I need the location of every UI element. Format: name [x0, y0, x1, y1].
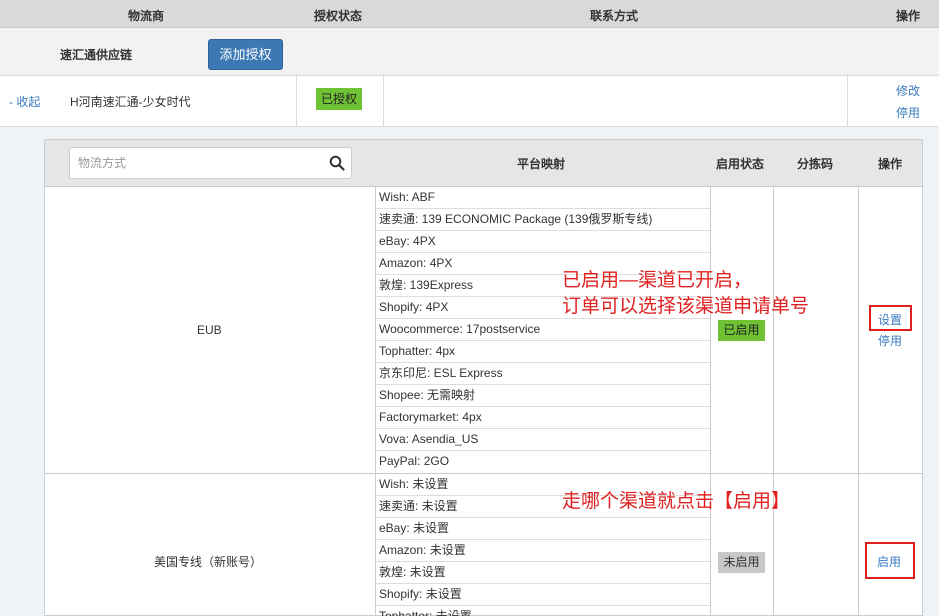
mapping-item: 速卖通: 139 ECONOMIC Package (139俄罗斯专线) [376, 209, 710, 231]
col-header-sort-code: 分拣码 [797, 157, 834, 171]
divider [296, 76, 297, 127]
mapping-item: 京东印尼: ESL Express [376, 363, 710, 385]
mapping-item: Amazon: 未设置 [376, 540, 710, 562]
col-header-auth-status: 授权状态 [314, 9, 363, 23]
account-row: - 收起 H河南速汇通-少女时代 已授权 修改 停用 [0, 76, 939, 127]
enable-status-badge: 未启用 [718, 552, 765, 573]
account-name: H河南速汇通-少女时代 [70, 95, 191, 109]
channel-name: 美国专线（新账号） [154, 555, 263, 569]
col-header-platform-mapping: 平台映射 [517, 157, 566, 171]
annotation-text: 订单可以选择该渠道申请单号 [562, 296, 810, 317]
disable-channel-link[interactable]: 停用 [878, 332, 902, 349]
enable-status-badge: 已启用 [718, 320, 765, 341]
table-header: 物流商 授权状态 联系方式 操作 [0, 0, 939, 28]
mapping-item: PayPal: 2GO [379, 454, 450, 468]
supplier-bar: 速汇通供应链 添加授权 [0, 28, 939, 76]
auth-status-badge: 已授权 [316, 88, 362, 110]
col-header-enable-status: 启用状态 [716, 157, 765, 171]
divider [710, 187, 711, 616]
mapping-item: eBay: 4PX [376, 231, 710, 253]
channel-table: 平台映射 启用状态 分拣码 操作 EUB Wish: ABF 速卖通: 139 … [44, 139, 923, 616]
col-header-carrier: 物流商 [128, 9, 165, 23]
mapping-item: Wish: ABF [376, 187, 710, 209]
divider [773, 187, 774, 616]
disable-account-link[interactable]: 停用 [896, 104, 920, 121]
mapping-item: eBay: 未设置 [376, 518, 710, 540]
mapping-item: 敦煌: 未设置 [376, 562, 710, 584]
divider [847, 76, 848, 127]
enable-channel-link[interactable]: 启用 [877, 553, 901, 570]
mapping-item: Shopee: 无需映射 [376, 385, 710, 407]
mapping-item: Factorymarket: 4px [376, 407, 710, 429]
search-box [69, 147, 352, 179]
supplier-name: 速汇通供应链 [60, 48, 133, 62]
col-header-channel-action: 操作 [878, 157, 903, 171]
mapping-item: Tophatter: 4px [376, 341, 710, 363]
settings-link[interactable]: 设置 [878, 311, 902, 328]
mapping-item: Vova: Asendia_US [376, 429, 710, 451]
divider [858, 187, 859, 616]
mapping-item: Woocommerce: 17postservice [376, 319, 710, 341]
logistics-search-input[interactable] [70, 148, 320, 178]
channel-panel: 平台映射 启用状态 分拣码 操作 EUB Wish: ABF 速卖通: 139 … [0, 127, 939, 616]
divider [383, 76, 384, 127]
search-icon[interactable] [329, 155, 345, 171]
annotation-text: 已启用—渠道已开启， [562, 270, 753, 291]
col-header-action: 操作 [896, 9, 921, 23]
col-header-contact: 联系方式 [590, 9, 639, 23]
mapping-item: Tophatter: 未设置 [376, 606, 710, 616]
add-authorization-button[interactable]: 添加授权 [208, 39, 283, 70]
collapse-link[interactable]: - 收起 [9, 93, 40, 110]
channel-name: EUB [197, 323, 222, 337]
annotation-text: 走哪个渠道就点击【启用】 [562, 491, 791, 512]
channel-table-header: 平台映射 启用状态 分拣码 操作 [45, 140, 922, 187]
mapping-item: Shopify: 未设置 [376, 584, 710, 606]
edit-account-link[interactable]: 修改 [896, 82, 920, 99]
